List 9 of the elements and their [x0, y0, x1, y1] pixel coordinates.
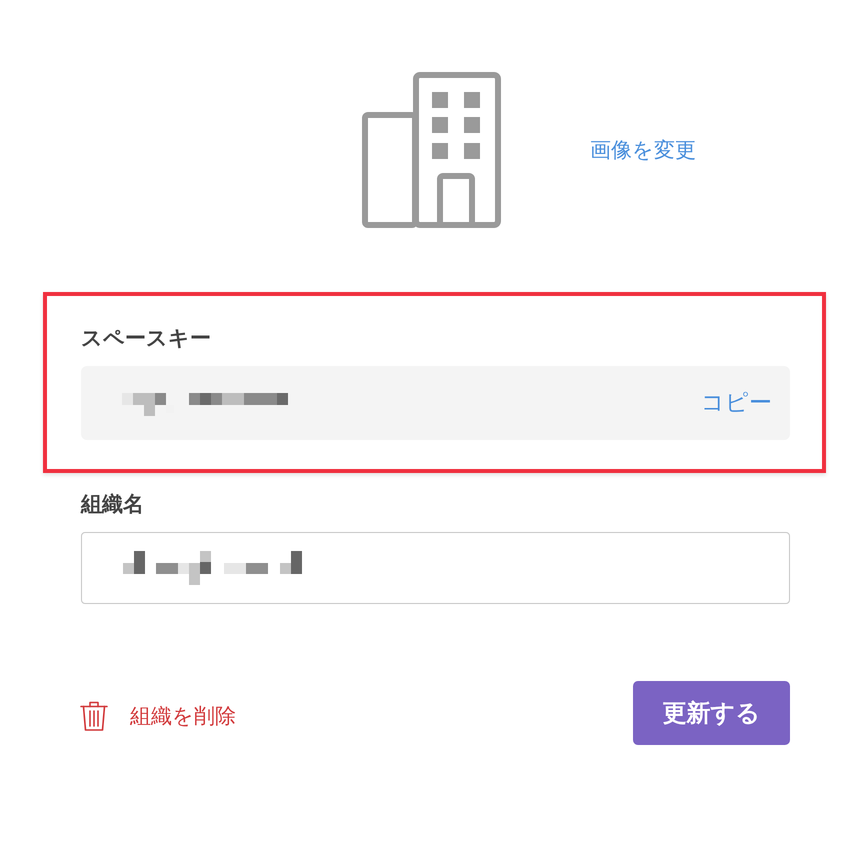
building-icon — [361, 71, 501, 229]
input-field[interactable] — [81, 532, 790, 604]
field-label: スペースキー — [81, 325, 212, 351]
update-button[interactable]: 更新する — [633, 681, 790, 745]
change-image-link[interactable]: 画像を変更 — [590, 137, 696, 163]
delete-organization-link[interactable]: 組織を削除 — [80, 700, 236, 732]
field-label: 組織名 — [81, 491, 145, 517]
trash-icon — [80, 700, 108, 732]
copy-link[interactable]: コピー — [701, 389, 772, 417]
